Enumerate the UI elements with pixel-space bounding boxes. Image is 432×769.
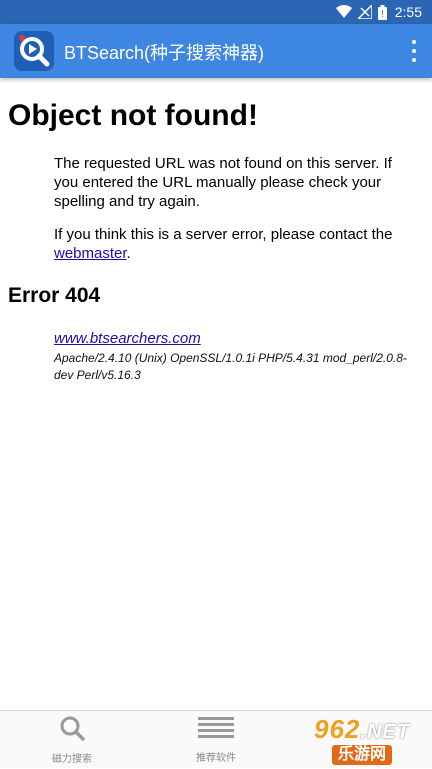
webview-content: Object not found! The requested URL was … — [0, 78, 432, 710]
site-link[interactable]: www.btsearchers.com — [54, 330, 201, 347]
app-bar: BTSearch(种子搜索神器) — [0, 24, 432, 78]
nav-item-magnet-search[interactable]: 磁力搜索 — [17, 711, 127, 769]
nav-label: 磁力搜索 — [52, 754, 92, 765]
nav-label: 推荐软件 — [196, 753, 236, 764]
server-address: www.btsearchers.com Apache/2.4.10 (Unix)… — [54, 329, 416, 384]
svg-text:!: ! — [381, 9, 384, 19]
search-icon — [59, 715, 85, 746]
site-watermark-logo: 962.NET 乐游网 — [314, 713, 410, 765]
server-error-message: If you think this is a server error, ple… — [54, 226, 393, 262]
page-title: Object not found! — [8, 99, 258, 132]
error-message: The requested URL was not found on this … — [54, 155, 392, 210]
app-title: BTSearch(种子搜索神器) — [64, 43, 265, 63]
error-code-heading: Error 404 — [8, 284, 101, 307]
battery-icon: ! — [377, 4, 387, 20]
list-icon — [198, 716, 234, 745]
status-time: 2:55 — [394, 4, 422, 20]
signal-icon — [357, 5, 372, 19]
wifi-icon — [335, 5, 352, 19]
status-bar: ! 2:55 — [0, 0, 432, 24]
nav-item-recommended[interactable]: 推荐软件 — [161, 711, 271, 769]
more-vert-icon[interactable] — [410, 40, 418, 62]
server-info: Apache/2.4.10 (Unix) OpenSSL/1.0.1i PHP/… — [54, 351, 407, 382]
search-app-logo[interactable] — [14, 31, 54, 71]
webmaster-link[interactable]: webmaster — [54, 245, 127, 262]
